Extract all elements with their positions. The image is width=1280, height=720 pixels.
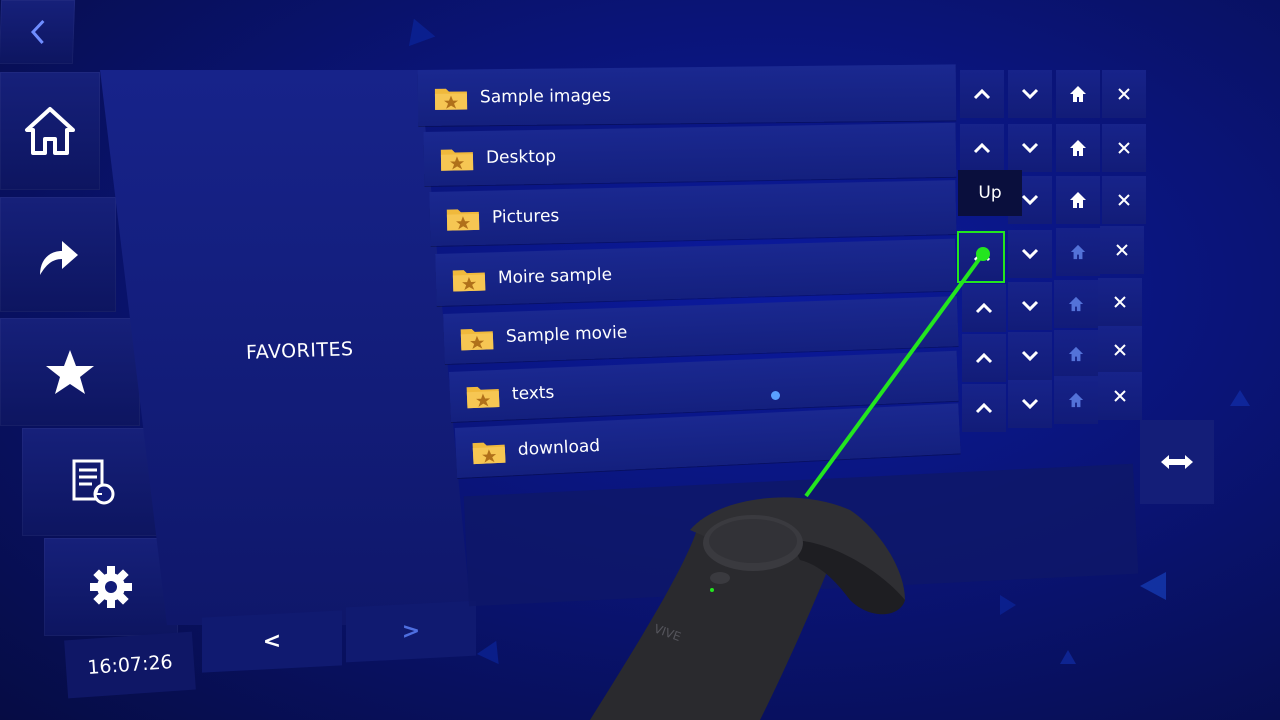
laser-dot [976,247,990,261]
laser-beam [804,252,985,498]
vr-controller: VIVE [590,247,990,720]
